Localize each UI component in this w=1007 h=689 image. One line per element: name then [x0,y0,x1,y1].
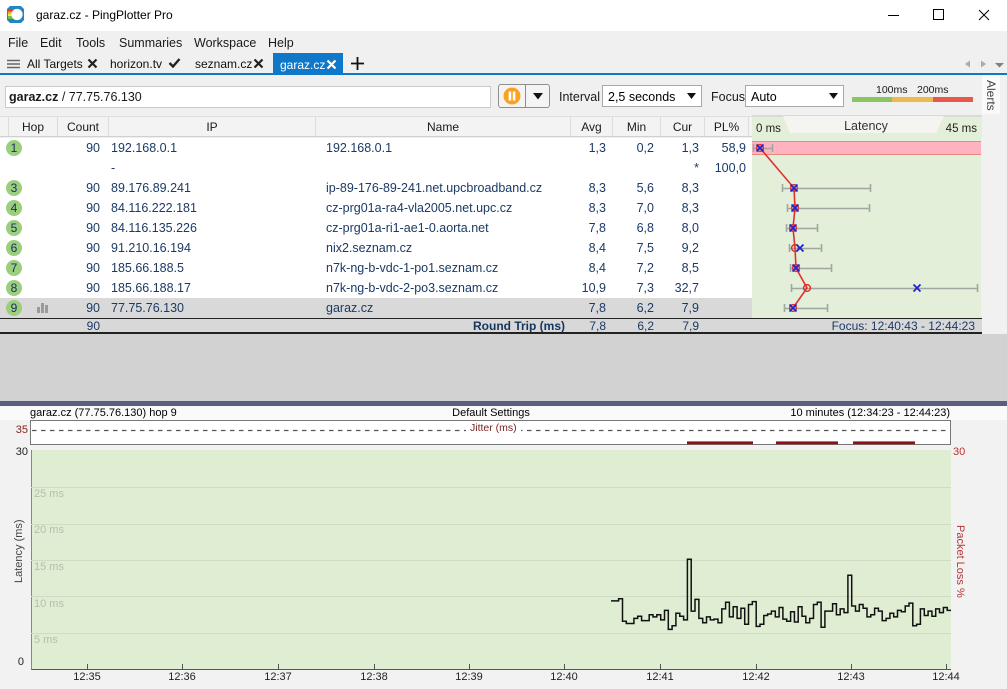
svg-text:0 ms: 0 ms [756,123,781,135]
svg-text:45 ms: 45 ms [946,123,978,135]
svg-text:Latency: Latency [844,119,889,133]
